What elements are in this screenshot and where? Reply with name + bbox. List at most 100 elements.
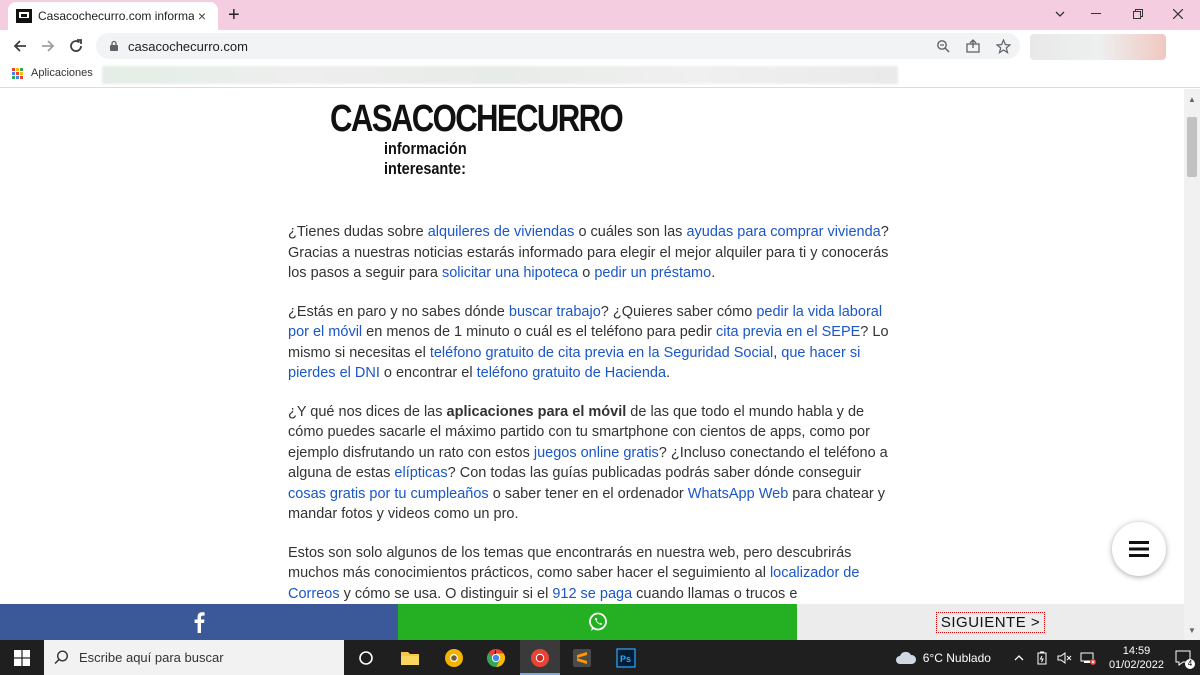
address-bar[interactable]: casacochecurro.com bbox=[96, 33, 1020, 59]
url-text[interactable]: casacochecurro.com bbox=[128, 39, 248, 54]
article-link[interactable]: teléfono gratuito de cita previa en la S… bbox=[430, 345, 773, 361]
logo-sub-text: información interesante: bbox=[384, 139, 467, 178]
facebook-share-button[interactable] bbox=[0, 604, 398, 640]
tab-bar: Casacochecurro.com información × + bbox=[0, 0, 1200, 30]
browser-tab[interactable]: Casacochecurro.com información × bbox=[8, 2, 218, 30]
minimize-icon[interactable] bbox=[1076, 0, 1116, 28]
article-link[interactable]: buscar trabajo bbox=[509, 304, 601, 320]
bookmark-star-icon[interactable] bbox=[994, 37, 1012, 55]
extensions-area[interactable] bbox=[1030, 34, 1166, 60]
paragraph-text: o saber tener en el ordenador bbox=[488, 485, 688, 502]
lock-icon[interactable] bbox=[108, 40, 120, 52]
paragraph-text: ¿Y qué nos dices de las bbox=[288, 403, 447, 420]
cloud-icon bbox=[895, 651, 916, 664]
site-logo[interactable]: CASACOCHECURRO información interesante: bbox=[330, 98, 624, 179]
svg-text:Ps: Ps bbox=[620, 654, 631, 664]
share-bar: SIGUIENTE > bbox=[0, 604, 1184, 640]
start-button[interactable] bbox=[0, 640, 44, 675]
restore-icon[interactable] bbox=[1118, 0, 1158, 28]
next-button[interactable]: SIGUIENTE > bbox=[935, 611, 1046, 633]
article-link[interactable]: elípticas bbox=[394, 465, 447, 481]
article-paragraph: ¿Tienes dudas sobre alquileres de vivien… bbox=[288, 222, 896, 284]
article-link[interactable]: ayudas para comprar vivienda bbox=[686, 224, 880, 240]
paragraph-text: o cuáles son las bbox=[574, 224, 687, 240]
zoom-icon[interactable] bbox=[934, 37, 952, 55]
back-arrow-icon[interactable] bbox=[8, 34, 32, 58]
whatsapp-share-button[interactable] bbox=[398, 604, 797, 640]
paragraph-text: o bbox=[578, 265, 595, 281]
bookmarks-bar: Aplicaciones bbox=[0, 62, 1200, 88]
weather-widget[interactable]: 6°C Nublado bbox=[895, 651, 991, 665]
article-link[interactable]: juegos online gratis bbox=[534, 445, 659, 461]
hamburger-menu-icon bbox=[1129, 541, 1149, 557]
article-paragraph: Estos son solo algunos de los temas que … bbox=[288, 543, 896, 605]
paragraph-text: en menos de 1 minuto o cuál es el teléfo… bbox=[362, 324, 717, 340]
windows-taskbar: Escribe aquí para buscar Ps 6°C Nublado bbox=[0, 640, 1200, 675]
windows-logo-icon bbox=[14, 649, 30, 666]
share-icon[interactable] bbox=[964, 37, 982, 55]
volume-muted-icon[interactable] bbox=[1055, 651, 1075, 664]
tab-title: Casacochecurro.com información bbox=[38, 9, 194, 23]
next-area: SIGUIENTE > bbox=[797, 604, 1184, 640]
weather-text: 6°C Nublado bbox=[922, 650, 991, 665]
tab-close-icon[interactable]: × bbox=[194, 8, 210, 24]
clock-date: 01/02/2022 bbox=[1108, 658, 1164, 671]
menu-button[interactable] bbox=[1112, 522, 1166, 576]
scroll-thumb[interactable] bbox=[1187, 117, 1197, 177]
article-link[interactable]: teléfono gratuito de Hacienda bbox=[477, 365, 666, 381]
article-paragraph: ¿Y qué nos dices de las aplicaciones par… bbox=[288, 402, 896, 525]
article-link[interactable]: alquileres de viviendas bbox=[428, 224, 575, 240]
paragraph-text: cuando llamas o trucos e bbox=[632, 585, 798, 602]
battery-icon[interactable] bbox=[1032, 651, 1052, 665]
article-link[interactable]: WhatsApp Web bbox=[688, 486, 788, 502]
browser-toolbar: casacochecurro.com bbox=[0, 30, 1200, 62]
paragraph-text: ¿Estás en paro y no sabes dónde bbox=[288, 303, 509, 320]
network-icon[interactable] bbox=[1078, 651, 1098, 665]
clock[interactable]: 14:59 01/02/2022 bbox=[1109, 644, 1164, 672]
paragraph-text: Estos son solo algunos de los temas que … bbox=[288, 544, 852, 582]
paragraph-text: y cómo se usa. O distinguir si el bbox=[339, 585, 553, 602]
notification-count: 4 bbox=[1185, 658, 1195, 669]
sublime-text-icon[interactable] bbox=[568, 644, 596, 672]
chrome-icon[interactable] bbox=[482, 644, 510, 672]
chrome-canary-icon[interactable] bbox=[440, 644, 468, 672]
taskbar-search[interactable]: Escribe aquí para buscar bbox=[44, 640, 344, 675]
article-link[interactable]: cosas gratis por tu cumpleaños bbox=[288, 486, 489, 502]
clock-time: 14:59 bbox=[1122, 644, 1151, 657]
scroll-up-icon[interactable]: ▲ bbox=[1188, 95, 1196, 104]
blurred-bookmarks bbox=[102, 66, 898, 84]
new-tab-button[interactable]: + bbox=[228, 4, 240, 27]
file-explorer-icon[interactable] bbox=[396, 644, 424, 672]
page-scrollbar[interactable]: ▲ ▼ bbox=[1184, 89, 1200, 640]
notification-center-button[interactable]: 4 bbox=[1172, 647, 1195, 669]
reload-icon[interactable] bbox=[64, 34, 88, 58]
apps-shortcut[interactable]: Aplicaciones bbox=[12, 67, 93, 79]
scroll-down-icon[interactable]: ▼ bbox=[1188, 626, 1196, 635]
site-favicon-icon bbox=[16, 9, 32, 23]
article-link[interactable]: pedir un préstamo bbox=[594, 265, 711, 281]
article-link[interactable]: cita previa en el SEPE bbox=[716, 324, 860, 340]
paragraph-text: . bbox=[711, 265, 716, 281]
chrome-profile-icon[interactable] bbox=[526, 644, 554, 672]
apps-grid-icon bbox=[12, 67, 23, 79]
search-icon bbox=[54, 650, 69, 665]
facebook-icon bbox=[194, 612, 205, 633]
whatsapp-icon bbox=[588, 612, 607, 631]
photoshop-icon[interactable]: Ps bbox=[612, 644, 640, 672]
article-paragraph: ¿Estás en paro y no sabes dónde buscar t… bbox=[288, 302, 896, 384]
article-link[interactable]: 912 se paga bbox=[552, 586, 632, 602]
web-page: CASACOCHECURRO información interesante: … bbox=[0, 89, 1184, 604]
apps-label: Aplicaciones bbox=[31, 67, 93, 79]
tab-search-icon[interactable] bbox=[1040, 0, 1080, 28]
logo-main-text: CASACOCHECURRO bbox=[330, 98, 624, 140]
article-content: ¿Tienes dudas sobre alquileres de vivien… bbox=[288, 222, 896, 604]
chevron-up-icon[interactable] bbox=[1009, 654, 1029, 661]
article-link[interactable]: solicitar una hipoteca bbox=[442, 265, 578, 281]
paragraph-text: ¿Tienes dudas sobre bbox=[288, 224, 428, 240]
close-window-icon[interactable] bbox=[1158, 0, 1198, 28]
forward-arrow-icon[interactable] bbox=[36, 34, 60, 58]
system-tray: 6°C Nublado 14:59 01/02/2022 4 bbox=[895, 640, 1200, 675]
task-view-icon[interactable] bbox=[352, 644, 380, 672]
paragraph-text: o encontrar el bbox=[379, 365, 477, 381]
paragraph-text: ? Con todas las guías publicadas podrás … bbox=[447, 465, 862, 481]
